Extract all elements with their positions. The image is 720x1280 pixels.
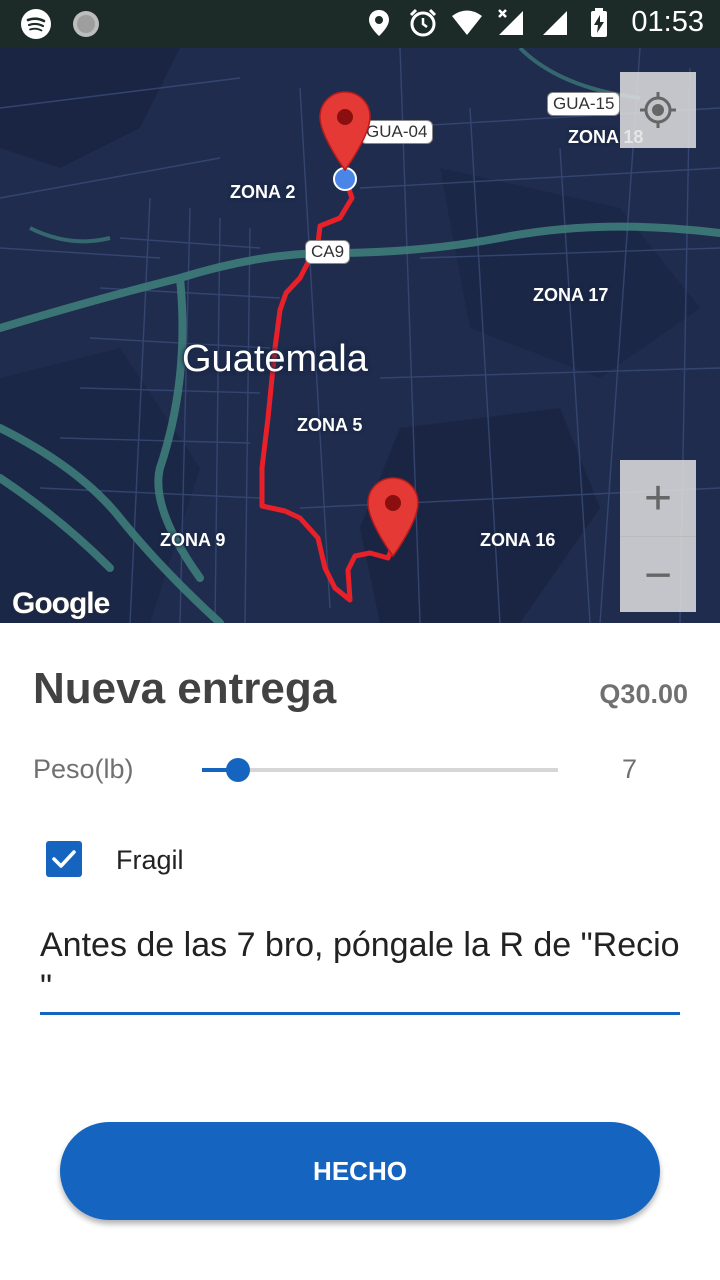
- location-icon: [369, 9, 390, 36]
- my-location-button[interactable]: [620, 72, 696, 148]
- zone-label: ZONA 9: [160, 530, 226, 550]
- zone-label: ZONA 2: [230, 182, 296, 202]
- zone-label: ZONA 5: [297, 415, 363, 435]
- battery-charging-icon: [591, 7, 608, 37]
- fragile-label: Fragil: [116, 845, 184, 875]
- spotify-icon: [21, 9, 51, 39]
- generic-app-icon: [73, 11, 99, 37]
- city-label: Guatemala: [182, 338, 368, 380]
- price-label: Q30.00: [599, 679, 688, 709]
- zoom-out-button[interactable]: −: [620, 537, 696, 613]
- note-underline: [40, 1012, 680, 1015]
- pickup-pin-icon[interactable]: [318, 90, 372, 172]
- weight-label: Peso(lb): [33, 754, 134, 784]
- highway-shield: CA9: [305, 240, 351, 264]
- slider-track: [202, 768, 558, 772]
- map-view[interactable]: ZONA 2 ZONA 18 ZONA 17 ZONA 5 ZONA 9 ZON…: [0, 48, 720, 623]
- crosshair-icon: [640, 92, 676, 128]
- zone-label: ZONA 16: [480, 530, 556, 550]
- weight-value: 7: [622, 754, 638, 784]
- status-bar: 01:53: [0, 0, 720, 48]
- google-logo: Google: [12, 587, 110, 620]
- zone-label: ZONA 17: [533, 285, 609, 305]
- slider-thumb[interactable]: [226, 758, 250, 782]
- dropoff-pin-icon[interactable]: [366, 476, 420, 558]
- weight-slider[interactable]: [202, 754, 558, 786]
- delivery-note-input[interactable]: Antes de las 7 bro, póngale la R de "Rec…: [40, 924, 680, 1016]
- alarm-icon: [410, 8, 437, 36]
- page-title: Nueva entrega: [33, 664, 337, 713]
- fragile-checkbox[interactable]: [46, 841, 82, 877]
- done-button[interactable]: HECHO: [60, 1122, 660, 1220]
- highway-shield: GUA-15: [547, 92, 621, 116]
- checkmark-icon: [52, 850, 76, 868]
- zoom-controls: + −: [620, 460, 696, 612]
- mobile-signal-icon: [498, 8, 524, 35]
- wifi-icon: [452, 10, 483, 35]
- status-time: 01:53: [631, 6, 704, 38]
- zoom-in-button[interactable]: +: [620, 460, 696, 536]
- signal-icon: [543, 10, 568, 35]
